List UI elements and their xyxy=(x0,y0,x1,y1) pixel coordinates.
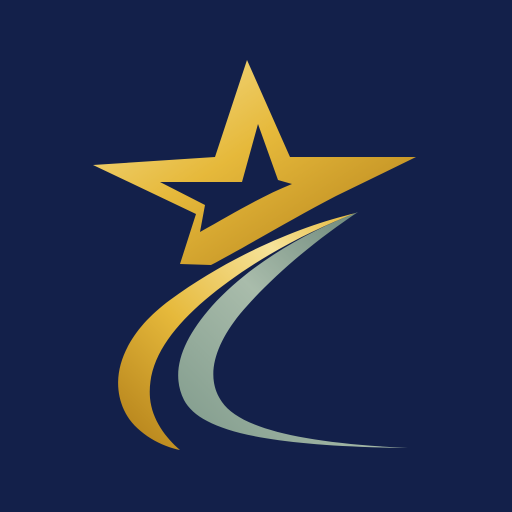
app-icon xyxy=(0,0,512,512)
logo-canvas xyxy=(0,0,512,512)
